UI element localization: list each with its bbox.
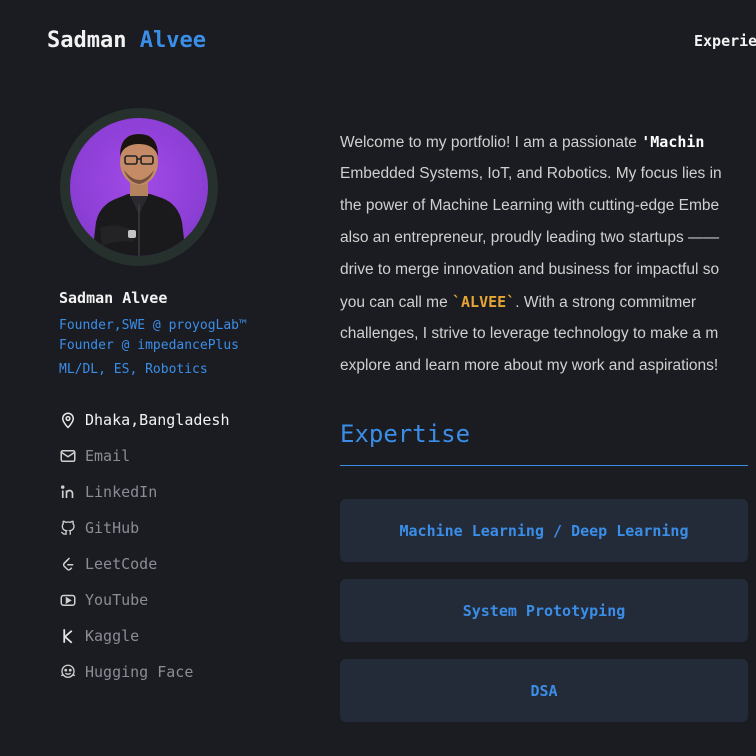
leetcode-icon bbox=[59, 555, 77, 573]
youtube-link-label: YouTube bbox=[85, 591, 149, 609]
hugging-face-icon bbox=[59, 663, 77, 681]
leetcode-link-label: LeetCode bbox=[85, 555, 158, 573]
intro-line-7: challenges, I strive to leverage technol… bbox=[340, 325, 719, 342]
expertise-card-dsa[interactable]: DSA bbox=[340, 659, 748, 722]
intro-text: Welcome to my portfolio! I am a passiona… bbox=[340, 134, 642, 151]
location-text: Dhaka,Bangladesh bbox=[85, 411, 230, 429]
profile-role-1: Founder,SWE @ proyogLab™ bbox=[59, 318, 247, 333]
expertise-card-prototyping[interactable]: System Prototyping bbox=[340, 579, 748, 642]
profile-name: Sadman Alvee bbox=[59, 289, 168, 307]
site-brand[interactable]: Sadman Alvee bbox=[47, 28, 206, 53]
linkedin-link[interactable]: LinkedIn bbox=[59, 474, 230, 510]
mail-icon bbox=[59, 447, 77, 465]
intro-text: you can call me bbox=[340, 294, 452, 311]
intro-highlight: 'Machin bbox=[641, 133, 705, 151]
intro-line-1: Welcome to my portfolio! I am a passiona… bbox=[340, 126, 756, 158]
location-pin-icon bbox=[59, 411, 77, 429]
nickname-highlight: `ALVEE` bbox=[452, 293, 516, 311]
avatar bbox=[60, 108, 218, 266]
youtube-icon bbox=[59, 591, 77, 609]
section-divider bbox=[340, 465, 748, 466]
profile-role-2: Founder @ impedancePlus bbox=[59, 338, 240, 353]
kaggle-icon bbox=[59, 627, 77, 645]
intro-line-2: Embedded Systems, IoT, and Robotics. My … bbox=[340, 165, 722, 182]
email-link-label: Email bbox=[85, 447, 131, 465]
kaggle-link-label: Kaggle bbox=[85, 627, 140, 645]
location: Dhaka,Bangladesh bbox=[59, 402, 230, 438]
profile-role-3: ML/DL, ES, Robotics bbox=[59, 362, 208, 377]
intro-line-6: you can call me `ALVEE`. With a strong c… bbox=[340, 286, 756, 318]
expertise-heading: Expertise bbox=[340, 420, 471, 448]
profile-photo bbox=[70, 118, 208, 256]
linkedin-link-label: LinkedIn bbox=[85, 483, 158, 501]
intro-line-5: drive to merge innovation and business f… bbox=[340, 261, 720, 278]
github-link-label: GitHub bbox=[85, 519, 140, 537]
expertise-card-ml[interactable]: Machine Learning / Deep Learning bbox=[340, 499, 748, 562]
github-icon bbox=[59, 519, 77, 537]
intro-line-8: explore and learn more about my work and… bbox=[340, 357, 719, 374]
intro-line-4: also an entrepreneur, proudly leading tw… bbox=[340, 229, 720, 246]
portfolio-page: Sadman Alvee Experie Sadman Alvee Founde… bbox=[0, 0, 756, 756]
youtube-link[interactable]: YouTube bbox=[59, 582, 230, 618]
github-link[interactable]: GitHub bbox=[59, 510, 230, 546]
intro-line-3: the power of Machine Learning with cutti… bbox=[340, 197, 720, 214]
leetcode-link[interactable]: LeetCode bbox=[59, 546, 230, 582]
nav-experience-link[interactable]: Experie bbox=[694, 32, 756, 50]
hugging-face-link-label: Hugging Face bbox=[85, 663, 194, 681]
brand-last-name: Alvee bbox=[139, 28, 206, 53]
email-link[interactable]: Email bbox=[59, 438, 230, 474]
hugging-face-link[interactable]: Hugging Face bbox=[59, 654, 230, 690]
brand-first-name: Sadman bbox=[47, 28, 127, 53]
kaggle-link[interactable]: Kaggle bbox=[59, 618, 230, 654]
social-links: Dhaka,Bangladesh Email LinkedIn GitHub L… bbox=[59, 402, 230, 690]
intro-paragraph: Welcome to my portfolio! I am a passiona… bbox=[340, 126, 756, 382]
linkedin-icon bbox=[59, 483, 77, 501]
intro-text: . With a strong commitmer bbox=[515, 294, 697, 311]
